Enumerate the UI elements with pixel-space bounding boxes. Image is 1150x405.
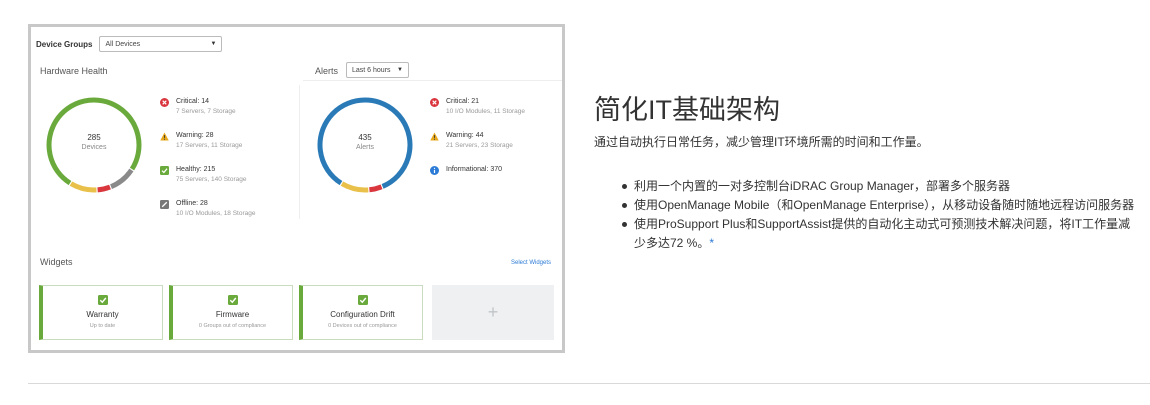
widget-title: Warranty (86, 310, 119, 319)
healthy-icon (227, 295, 238, 305)
add-widget-button[interactable]: + (432, 285, 554, 340)
alerts-range-dropdown[interactable]: Last 6 hours ▼ (346, 62, 409, 78)
alerts-panel: 435 Alerts Critical: 21 10 I/O Modules, 1… (303, 81, 562, 219)
healthy-icon (160, 166, 169, 175)
widget-sub: 0 Devices out of compliance (328, 323, 397, 329)
legend-sub: 7 Servers, 7 Storage (176, 108, 236, 115)
legend-item-critical[interactable]: Critical: 14 7 Servers, 7 Storage (160, 97, 256, 117)
select-widgets-link[interactable]: Select Widgets (511, 260, 551, 266)
hardware-health-panel: 285 Devices Critical: 14 7 Servers, 7 Sto… (36, 81, 298, 219)
legend-sub: 75 Servers, 140 Storage (176, 176, 247, 183)
healthy-icon (357, 295, 368, 305)
list-item-text: 使用OpenManage Mobile（和OpenManage Enterpri… (634, 198, 1135, 212)
legend-item-warning[interactable]: Warning: 28 17 Servers, 11 Storage (160, 131, 256, 151)
alerts-legend: Critical: 21 10 I/O Modules, 11 Storage W… (430, 97, 525, 189)
page-title: 简化IT基础架构 (594, 95, 780, 125)
widget-sub: Up to date (89, 323, 116, 329)
legend-title: Offline: 28 (176, 200, 208, 207)
alerts-range-value: Last 6 hours (352, 66, 391, 74)
list-item: 使用OpenManage Mobile（和OpenManage Enterpri… (620, 196, 1140, 215)
alerts-total: 435 (358, 133, 372, 142)
list-item: 利用一个内置的一对多控制台iDRAC Group Manager，部署多个服务器 (620, 177, 1140, 196)
device-groups-dropdown[interactable]: All Devices ▼ (99, 36, 223, 52)
widgets-title: Widgets (40, 257, 73, 267)
legend-sub: 17 Servers, 11 Storage (176, 142, 243, 149)
list-item: 使用ProSupport Plus和SupportAssist提供的自动化主动式… (620, 215, 1140, 253)
feature-list: 利用一个内置的一对多控制台iDRAC Group Manager，部署多个服务器… (620, 177, 1140, 253)
warning-icon (160, 132, 169, 141)
legend-item-informational[interactable]: Informational: 370 (430, 165, 525, 175)
warning-icon (430, 132, 439, 141)
alerts-total-label: Alerts (356, 144, 374, 151)
list-item-text: 利用一个内置的一对多控制台iDRAC Group Manager，部署多个服务器 (634, 179, 1011, 193)
ring-segment-warning[interactable] (340, 181, 369, 193)
widget-warranty[interactable]: Warranty Up to date (39, 285, 163, 340)
ring-segment-warning[interactable] (69, 181, 97, 193)
hardware-health-total: 285 (87, 133, 101, 142)
device-groups-bar: Device Groups All Devices ▼ (36, 36, 223, 52)
device-groups-value: All Devices (105, 40, 141, 48)
ring-segment-offline[interactable] (109, 168, 134, 189)
offline-icon (160, 200, 169, 209)
widget-title: Firmware (215, 310, 250, 319)
legend-item-critical[interactable]: Critical: 21 10 I/O Modules, 11 Storage (430, 97, 525, 117)
legend-title: Informational: 370 (446, 166, 503, 173)
healthy-icon (97, 295, 108, 305)
hardware-health-title: Hardware Health (40, 66, 108, 76)
widget-sub: 0 Groups out of compliance (198, 323, 267, 329)
plus-icon: + (487, 302, 499, 322)
widget-title: Configuration Drift (330, 310, 395, 319)
device-groups-label: Device Groups (36, 39, 93, 49)
widget-firmware[interactable]: Firmware 0 Groups out of compliance (169, 285, 293, 340)
footnote-link[interactable]: * (709, 236, 714, 250)
chevron-down-icon: ▼ (397, 67, 403, 73)
divider (299, 85, 300, 219)
legend-title: Warning: 44 (446, 132, 484, 139)
legend-title: Warning: 28 (176, 132, 214, 139)
legend-title: Critical: 14 (176, 98, 210, 105)
chevron-down-icon: ▼ (210, 41, 217, 47)
legend-item-warning[interactable]: Warning: 44 21 Servers, 23 Storage (430, 131, 525, 151)
divider (28, 383, 1150, 384)
alerts-title: Alerts (315, 66, 339, 76)
info-icon (430, 166, 439, 175)
legend-sub: 21 Servers, 23 Storage (446, 142, 513, 149)
legend-sub: 10 I/O Modules, 18 Storage (176, 210, 256, 217)
ring-segment-critical[interactable] (97, 184, 111, 193)
legend-item-offline[interactable]: Offline: 28 10 I/O Modules, 18 Storage (160, 199, 256, 219)
hardware-health-total-label: Devices (81, 144, 107, 151)
critical-icon (430, 98, 439, 107)
hardware-health-legend: Critical: 14 7 Servers, 7 Storage Warning… (160, 97, 256, 233)
dashboard-screenshot: Device Groups All Devices ▼ Hardware Hea… (28, 24, 565, 353)
legend-item-healthy[interactable]: Healthy: 215 75 Servers, 140 Storage (160, 165, 256, 185)
legend-title: Critical: 21 (446, 98, 480, 105)
critical-icon (160, 98, 169, 107)
hardware-health-donut[interactable]: 285 Devices (44, 95, 144, 195)
widget-configuration-drift[interactable]: Configuration Drift 0 Devices out of com… (299, 285, 423, 340)
intro-text: 通过自动执行日常任务，减少管理IT环境所需的时间和工作量。 (594, 135, 929, 149)
legend-sub: 10 I/O Modules, 11 Storage (446, 108, 526, 115)
ring-segment-critical[interactable] (369, 184, 383, 193)
legend-title: Healthy: 215 (176, 166, 216, 173)
alerts-donut[interactable]: 435 Alerts (315, 95, 415, 195)
